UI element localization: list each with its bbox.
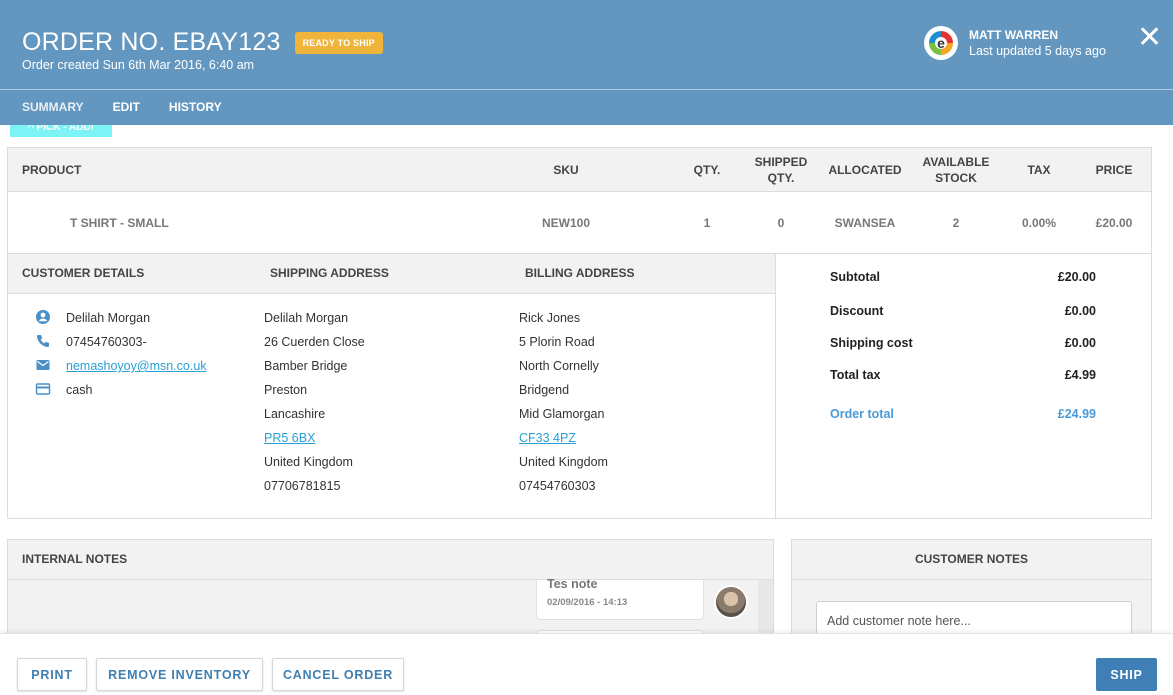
customer-phone: 07454760303-	[66, 335, 147, 349]
row-available-stock: 2	[952, 216, 960, 230]
user-meta: MATT WARREN Last updated 5 days ago	[969, 28, 1106, 58]
discount-label: Discount	[830, 304, 884, 318]
shipping-line-area: Bamber Bridge	[264, 359, 348, 373]
person-icon	[36, 310, 50, 324]
customer-name: Delilah Morgan	[66, 311, 151, 325]
col-price: PRICE	[1095, 163, 1133, 177]
internal-notes-heading: INTERNAL NOTES	[22, 552, 128, 566]
billing-line-area: North Cornelly	[519, 359, 599, 373]
email-icon	[36, 360, 50, 370]
order-total-value: £24.99	[1057, 407, 1096, 421]
total-tax-label: Total tax	[830, 368, 881, 382]
billing-line-city: Bridgend	[519, 383, 570, 397]
billing-line-phone: 07454760303	[519, 479, 596, 493]
shipping-line-phone: 07706781815	[264, 479, 341, 493]
shipping-line-country: United Kingdom	[264, 455, 353, 469]
table-header: PRODUCT SKU QTY. SHIPPED QTY. ALLOCATED …	[8, 148, 1151, 192]
customer-email-link[interactable]: nemashoyoy@msn.co.uk	[66, 359, 207, 373]
col-shipped-qty-line2: QTY.	[767, 171, 795, 185]
details-header: CUSTOMER DETAILS SHIPPING ADDRESS BILLIN…	[8, 254, 775, 294]
order-total-label: Order total	[830, 407, 894, 421]
row-price: £20.00	[1095, 216, 1133, 230]
tab-edit[interactable]: EDIT	[113, 100, 140, 114]
brand-logo-icon-svg: e	[927, 29, 955, 57]
credit-card-icon	[35, 383, 51, 395]
row-allocated: SWANSEA	[834, 216, 896, 230]
note-date: 02/09/2016 - 14:13	[547, 597, 628, 608]
subtotal-label: Subtotal	[830, 270, 880, 284]
phone-icon	[37, 335, 49, 347]
tab-summary[interactable]: SUMMARY	[22, 100, 84, 114]
print-button[interactable]: PRINT	[17, 658, 87, 691]
customer-payment: cash	[66, 383, 93, 397]
col-available-line2: STOCK	[935, 171, 977, 185]
billing-address-heading: BILLING ADDRESS	[525, 266, 635, 280]
tab-history[interactable]: HISTORY	[169, 100, 222, 114]
remove-inventory-button[interactable]: REMOVE INVENTORY	[96, 658, 263, 691]
col-shipped-qty: SHIPPED QTY.	[751, 154, 811, 186]
order-created-date: Order created Sun 6th Mar 2016, 6:40 am	[22, 58, 255, 72]
last-updated: Last updated 5 days ago	[969, 44, 1106, 58]
page-title: ORDER NO. EBAY123	[22, 28, 281, 56]
billing-line-street: 5 Plorin Road	[519, 335, 595, 349]
shipping-postcode-link[interactable]: PR5 6BX	[264, 431, 315, 445]
row-tax: 0.00%	[1021, 216, 1057, 230]
col-available-stock: AVAILABLE STOCK	[917, 154, 995, 186]
col-qty: QTY.	[693, 163, 721, 177]
total-tax-value: £4.99	[1064, 368, 1096, 382]
shipping-address-heading: SHIPPING ADDRESS	[270, 266, 389, 280]
row-product: T SHIRT - SMALL	[70, 216, 169, 230]
shipping-line-street: 26 Cuerden Close	[264, 335, 365, 349]
user-name: MATT WARREN	[969, 28, 1059, 42]
shipping-cost-label: Shipping cost	[830, 336, 913, 350]
row-shipped-qty: 0	[777, 216, 785, 230]
internal-notes-header: INTERNAL NOTES	[8, 540, 773, 580]
pick-tag-strip: ^ PICK - ADD!	[10, 125, 112, 137]
product-table: PRODUCT SKU QTY. SHIPPED QTY. ALLOCATED …	[7, 147, 1152, 254]
action-footer: PRINT REMOVE INVENTORY CANCEL ORDER SHIP	[0, 633, 1173, 695]
col-allocated: ALLOCATED	[828, 163, 902, 177]
shipping-line-name: Delilah Morgan	[264, 311, 349, 325]
order-header: ORDER NO. EBAY123 READY TO SHIP Order cr…	[0, 0, 1173, 125]
col-available-line1: AVAILABLE	[922, 155, 990, 169]
title-row: ORDER NO. EBAY123 READY TO SHIP	[22, 28, 383, 57]
col-tax: TAX	[1027, 163, 1051, 177]
shipping-line-county: Lancashire	[264, 407, 326, 421]
status-badge: READY TO SHIP	[294, 31, 383, 54]
billing-line-name: Rick Jones	[519, 311, 581, 325]
header-divider	[0, 89, 1173, 90]
customer-notes-header: CUSTOMER NOTES	[792, 540, 1151, 580]
user-info: e MATT WARREN Last updated 5 days ago	[924, 26, 1106, 60]
shipping-cost-value: £0.00	[1064, 336, 1096, 350]
shipping-line-city: Preston	[264, 383, 308, 397]
billing-line-county: Mid Glamorgan	[519, 407, 605, 421]
svg-text:e: e	[937, 35, 945, 51]
discount-value: £0.00	[1064, 304, 1096, 318]
avatar	[714, 585, 748, 619]
order-details: CUSTOMER DETAILS SHIPPING ADDRESS BILLIN…	[7, 253, 1152, 519]
order-tabs: SUMMARY EDIT HISTORY	[22, 100, 251, 114]
note-text: Tes note	[547, 577, 598, 591]
ship-button[interactable]: SHIP	[1096, 658, 1157, 691]
billing-postcode-link[interactable]: CF33 4PZ	[519, 431, 576, 445]
subtotal-value: £20.00	[1057, 270, 1096, 284]
billing-line-country: United Kingdom	[519, 455, 608, 469]
col-sku: SKU	[553, 163, 579, 177]
row-qty: 1	[703, 216, 711, 230]
details-divider	[775, 254, 776, 518]
col-product: PRODUCT	[22, 163, 82, 177]
close-icon[interactable]: ✕	[1137, 23, 1162, 53]
internal-note: Tes note 02/09/2016 - 14:13	[536, 577, 704, 620]
customer-notes-heading: CUSTOMER NOTES	[914, 552, 1029, 566]
brand-logo-icon: e	[924, 26, 958, 60]
row-sku: NEW100	[541, 216, 591, 230]
customer-details-heading: CUSTOMER DETAILS	[22, 266, 145, 280]
cancel-order-button[interactable]: CANCEL ORDER	[272, 658, 404, 691]
col-shipped-qty-line1: SHIPPED	[754, 155, 808, 169]
